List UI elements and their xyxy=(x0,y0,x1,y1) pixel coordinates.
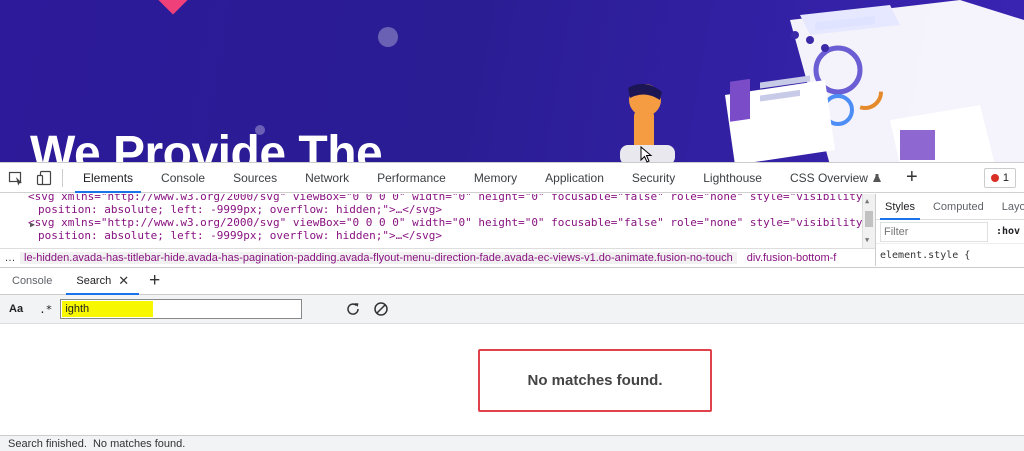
website-hero: We Provide The xyxy=(0,0,1024,165)
no-matches-callout: No matches found. xyxy=(478,349,712,412)
dom-node-line[interactable]: <svg xmlns="http://www.w3.org/2000/svg" … xyxy=(28,216,875,229)
elements-dom-tree[interactable]: <svg xmlns="http://www.w3.org/2000/svg" … xyxy=(0,194,875,248)
device-toolbar-icon[interactable] xyxy=(32,166,56,190)
inspect-element-icon[interactable] xyxy=(4,166,28,190)
tab-elements[interactable]: Elements xyxy=(69,163,147,193)
search-status-bar: Search finished. No matches found. xyxy=(0,435,1024,451)
clear-search-icon[interactable] xyxy=(370,298,392,320)
decorative-dot xyxy=(378,27,398,47)
search-input-wrapper xyxy=(60,299,303,319)
search-toolbar: Aa .* xyxy=(0,295,1024,324)
expand-triangle-icon[interactable]: ▶ xyxy=(30,218,35,231)
drawer-tab-search[interactable]: Search ✕ xyxy=(64,268,141,295)
scroll-down-arrow-icon[interactable]: ▼ xyxy=(865,234,869,247)
search-results-area: No matches found. xyxy=(0,324,1024,435)
breadcrumb-item-body[interactable]: le-hidden.avada-has-titlebar-hide.avada-… xyxy=(20,251,737,264)
tab-lighthouse[interactable]: Lighthouse xyxy=(689,163,776,193)
hero-heading: We Provide The xyxy=(30,127,383,165)
elements-scrollbar[interactable]: ▲ ▼ xyxy=(862,194,875,248)
tab-console[interactable]: Console xyxy=(147,163,219,193)
dom-node-line[interactable]: position: absolute; left: -9999px; overf… xyxy=(28,229,875,242)
dom-node-line[interactable]: <svg xmlns="http://www.w3.org/2000/svg" … xyxy=(28,194,875,203)
close-icon[interactable]: ✕ xyxy=(118,273,129,289)
tab-memory[interactable]: Memory xyxy=(460,163,531,193)
styles-filter-input[interactable] xyxy=(880,221,988,242)
tab-computed[interactable]: Computed xyxy=(924,194,993,220)
breadcrumb-more-button[interactable]: … xyxy=(0,252,20,264)
tab-security[interactable]: Security xyxy=(618,163,689,193)
mouse-cursor-icon xyxy=(640,146,653,163)
breadcrumb-item-div[interactable]: div.fusion-bottom-f xyxy=(743,252,841,264)
scroll-up-arrow-icon[interactable]: ▲ xyxy=(865,195,869,208)
toolbar-divider xyxy=(62,168,63,187)
scroll-thumb[interactable] xyxy=(865,211,873,227)
tab-performance[interactable]: Performance xyxy=(363,163,460,193)
styles-sidebar: Styles Computed Layo :hov element.style … xyxy=(875,194,1024,266)
main-tab-strip: Elements Console Sources Network Perform… xyxy=(69,163,896,193)
drawer-tab-strip: Console Search ✕ + xyxy=(0,267,1024,295)
dom-breadcrumb: … le-hidden.avada-has-titlebar-hide.avad… xyxy=(0,248,875,266)
tab-layout[interactable]: Layo xyxy=(993,194,1024,220)
tab-application[interactable]: Application xyxy=(531,163,618,193)
drawer-tab-console[interactable]: Console xyxy=(0,268,64,294)
element-style-rule: element.style { xyxy=(880,250,971,261)
styles-tab-strip: Styles Computed Layo xyxy=(876,194,1024,220)
add-drawer-tab-plus-icon[interactable]: + xyxy=(141,268,168,294)
decorative-diamond xyxy=(157,0,189,15)
flask-icon xyxy=(872,173,881,182)
tab-css-overview[interactable]: CSS Overview xyxy=(776,163,896,193)
more-tools-plus-icon[interactable]: + xyxy=(896,166,928,189)
error-count-badge[interactable]: 1 xyxy=(983,168,1016,188)
tab-sources[interactable]: Sources xyxy=(219,163,291,193)
styles-filter-row: :hov xyxy=(876,220,1024,244)
tab-network[interactable]: Network xyxy=(291,163,363,193)
hover-state-toggle[interactable]: :hov xyxy=(996,226,1020,237)
devtools-panel: Elements Console Sources Network Perform… xyxy=(0,162,1024,451)
regex-toggle[interactable]: .* xyxy=(39,303,52,316)
no-matches-message: No matches found. xyxy=(527,372,663,389)
devtools-main-toolbar: Elements Console Sources Network Perform… xyxy=(0,163,1024,193)
refresh-icon[interactable] xyxy=(342,298,364,320)
match-case-toggle[interactable]: Aa xyxy=(9,303,23,315)
error-icon xyxy=(990,174,999,182)
search-input[interactable] xyxy=(61,300,302,318)
dom-node-line[interactable]: position: absolute; left: -9999px; overf… xyxy=(28,203,875,216)
tab-styles[interactable]: Styles xyxy=(876,194,924,220)
hero-illustration xyxy=(620,0,1024,165)
